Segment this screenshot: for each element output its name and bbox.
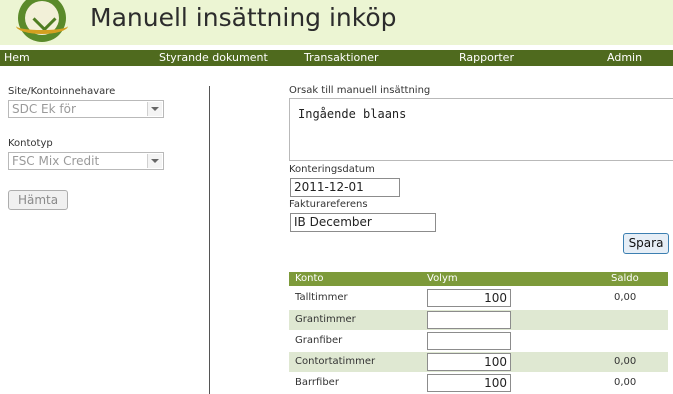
account-type-select[interactable]: FSC Mix Credit	[8, 152, 164, 170]
row-account: Barrfiber	[295, 377, 339, 388]
reason-textarea[interactable]: Ingående blaans	[289, 98, 673, 161]
table-row: Talltimmer 100 0,00	[289, 288, 668, 308]
fetch-button[interactable]: Hämta	[8, 190, 68, 210]
reason-label: Orsak till manuell insättning	[289, 85, 431, 96]
row-account: Talltimmer	[295, 292, 348, 303]
nav-item-transaktioner[interactable]: Transaktioner	[304, 50, 379, 66]
posting-date-label: Konteringsdatum	[289, 164, 375, 175]
save-button[interactable]: Spara	[623, 233, 669, 254]
column-header-konto: Konto	[295, 273, 324, 284]
invoice-ref-input[interactable]: IB December	[290, 213, 436, 232]
panel-divider	[209, 86, 210, 394]
volume-input[interactable]	[427, 332, 511, 350]
nav-item-rapporter[interactable]: Rapporter	[459, 50, 514, 66]
logo-icon	[16, 0, 68, 42]
accounts-table-header: Konto Volym Saldo	[289, 272, 668, 286]
volume-input[interactable]	[427, 311, 511, 329]
column-header-saldo: Saldo	[611, 273, 639, 284]
nav-item-styrande-dokument[interactable]: Styrande dokument	[159, 50, 268, 66]
nav-item-admin[interactable]: Admin	[607, 50, 642, 66]
row-account: Granfiber	[295, 335, 343, 346]
account-type-label: Kontotyp	[8, 138, 53, 149]
page-title: Manuell insättning inköp	[90, 3, 397, 32]
row-account: Contortatimmer	[295, 356, 376, 367]
posting-date-input[interactable]: 2011-12-01	[290, 178, 400, 197]
volume-input[interactable]: 100	[427, 374, 511, 392]
invoice-ref-label: Fakturareferens	[289, 199, 368, 210]
volume-input[interactable]: 100	[427, 289, 511, 307]
row-balance: 0,00	[614, 356, 637, 367]
table-row: Grantimmer	[289, 310, 668, 330]
account-type-select-value: FSC Mix Credit	[12, 154, 100, 168]
chevron-down-icon	[147, 102, 162, 116]
site-select[interactable]: SDC Ek för	[8, 100, 164, 118]
table-row: Contortatimmer 100 0,00	[289, 352, 668, 372]
app-header: Manuell insättning inköp	[0, 0, 673, 45]
row-account: Grantimmer	[295, 314, 356, 325]
table-row: Granfiber	[289, 331, 668, 351]
row-balance: 0,00	[614, 292, 637, 303]
column-header-volym: Volym	[427, 273, 458, 284]
main-nav: Hem Styrande dokument Transaktioner Rapp…	[0, 50, 673, 66]
nav-item-hem[interactable]: Hem	[4, 50, 30, 66]
chevron-down-icon	[147, 154, 162, 168]
table-row: Barrfiber 100 0,00	[289, 373, 668, 393]
site-label: Site/Kontoinnehavare	[8, 86, 116, 97]
row-balance: 0,00	[614, 377, 637, 388]
site-select-value: SDC Ek för	[12, 102, 76, 116]
volume-input[interactable]: 100	[427, 353, 511, 371]
